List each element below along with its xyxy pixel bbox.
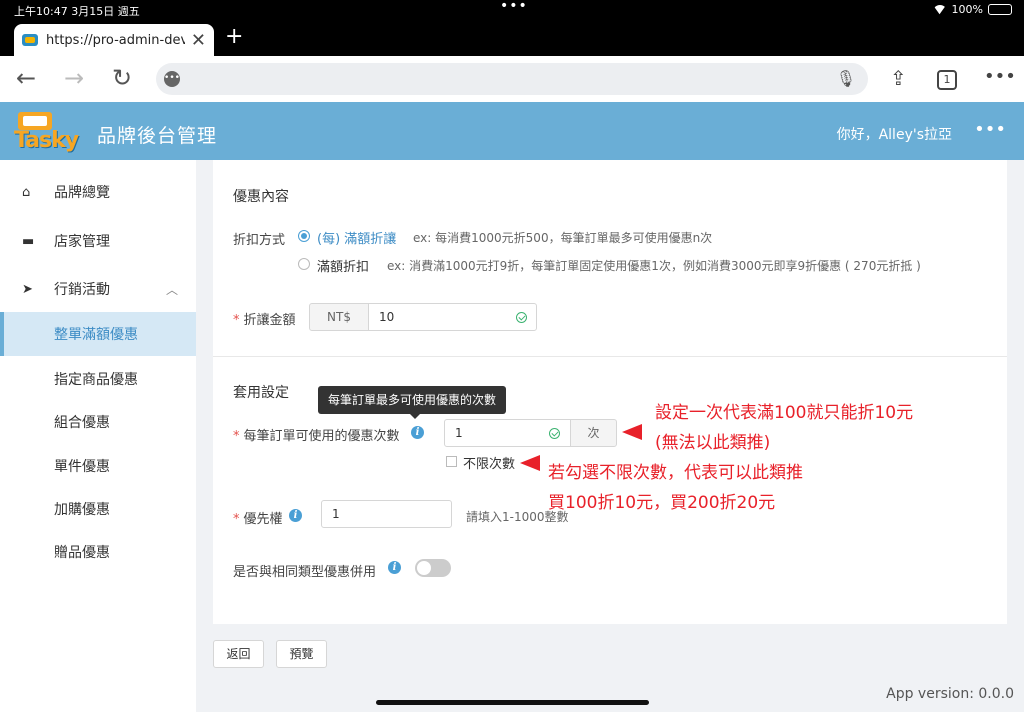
- battery-icon: [988, 4, 1012, 15]
- section-divider: [213, 356, 1007, 357]
- annotation-arrow-1: [622, 424, 642, 440]
- option-per-amount-off-label[interactable]: (每) 滿額折讓: [317, 228, 396, 247]
- usage-unit-suffix: 次: [570, 419, 617, 447]
- browser-tab[interactable]: https://pro-admin-dev.pc ✕: [14, 24, 214, 56]
- tasky-logo[interactable]: Tasky: [14, 112, 82, 153]
- option-percent-off-label[interactable]: 滿額折扣: [317, 256, 369, 275]
- favicon-icon: [22, 34, 38, 46]
- sidebar-item-single-discount[interactable]: 單件優惠: [0, 444, 196, 488]
- sidebar-item-store-management[interactable]: ▬ 店家管理: [0, 219, 196, 263]
- priority-input[interactable]: 1: [321, 500, 452, 528]
- priority-info-icon[interactable]: i: [289, 509, 302, 522]
- valid-check-icon: [516, 312, 527, 323]
- sidebar-item-order-discount[interactable]: 整單滿額優惠: [0, 312, 196, 356]
- sidebar: ⌂ 品牌總覽 ▬ 店家管理 ➤ 行銷活動 ︿ 整單滿額優惠 指定商品優惠 組合優…: [0, 160, 196, 712]
- amount-input[interactable]: 10: [368, 303, 537, 331]
- back-arrow-icon[interactable]: ←: [16, 64, 36, 92]
- combine-toggle[interactable]: [415, 559, 451, 577]
- sidebar-item-product-discount[interactable]: 指定商品優惠: [0, 357, 196, 401]
- unlimited-checkbox[interactable]: [446, 456, 457, 467]
- app-title: 品牌後台管理: [97, 125, 218, 147]
- sidebar-item-brand-overview[interactable]: ⌂ 品牌總覽: [0, 170, 196, 214]
- home-indicator[interactable]: [376, 700, 649, 705]
- preview-button[interactable]: 預覽: [276, 640, 327, 668]
- new-tab-icon[interactable]: +: [225, 24, 243, 49]
- tab-count-icon[interactable]: 1: [937, 70, 957, 90]
- annotation-line-4: 買100折10元，買200折20元: [548, 493, 776, 513]
- chevron-up-icon: ︿: [165, 282, 178, 297]
- send-icon: ➤: [22, 281, 33, 297]
- combine-label: 是否與相同類型優惠併用: [233, 565, 377, 580]
- wifi-icon: [933, 5, 947, 15]
- store-icon: ▬: [22, 233, 35, 249]
- tab-title: https://pro-admin-dev.pc: [46, 32, 185, 48]
- section-discount-title: 優惠內容: [233, 189, 289, 205]
- close-tab-icon[interactable]: ✕: [191, 30, 206, 51]
- home-icon: ⌂: [22, 184, 31, 200]
- address-bar[interactable]: ••• 🎙: [156, 63, 868, 95]
- battery-percent: 100%: [951, 3, 983, 16]
- share-icon[interactable]: ⇪: [890, 66, 907, 90]
- more-options-icon[interactable]: •••: [984, 66, 1016, 87]
- multitask-dots-icon[interactable]: •••: [500, 0, 528, 14]
- usage-tooltip: 每筆訂單最多可使用優惠的次數: [318, 386, 507, 419]
- user-greeting: 你好，Alley's拉亞: [836, 127, 952, 143]
- reload-icon[interactable]: ↻: [112, 64, 132, 92]
- user-menu-icon[interactable]: •••: [974, 119, 1006, 140]
- browser-toolbar: ← → ↻ ••• 🎙 ⇪ 1 •••: [0, 56, 1024, 102]
- back-button[interactable]: 返回: [213, 640, 264, 668]
- usage-label: * 每筆訂單可使用的優惠次數: [233, 429, 400, 444]
- status-time: 上午10:47 3月15日 週五: [14, 5, 140, 18]
- usage-info-icon[interactable]: i: [411, 426, 424, 439]
- amount-label: * 折讓金額: [233, 313, 296, 328]
- forward-arrow-icon[interactable]: →: [64, 64, 84, 92]
- form-card: 優惠內容 折扣方式 (每) 滿額折讓 ex: 每消費1000元折500，每筆訂單…: [213, 160, 1007, 624]
- radio-per-amount-off[interactable]: [298, 230, 310, 242]
- annotation-line-2: (無法以此類推): [655, 433, 771, 453]
- microphone-icon[interactable]: 🎙: [836, 69, 856, 88]
- status-bar: 上午10:47 3月15日 週五 ••• 100%: [0, 0, 1024, 20]
- app-header: Tasky 品牌後台管理 你好，Alley's拉亞 •••: [0, 102, 1024, 160]
- usage-valid-check-icon: [549, 428, 560, 439]
- annotation-line-3: 若勾選不限次數，代表可以此類推: [548, 463, 803, 483]
- sidebar-item-marketing[interactable]: ➤ 行銷活動 ︿: [0, 267, 196, 311]
- combine-info-icon[interactable]: i: [388, 561, 401, 574]
- sidebar-item-addon-discount[interactable]: 加購優惠: [0, 487, 196, 531]
- site-info-icon[interactable]: •••: [164, 71, 180, 87]
- sidebar-item-gift-discount[interactable]: 贈品優惠: [0, 530, 196, 574]
- annotation-line-1: 設定一次代表滿100就只能折10元: [655, 403, 914, 423]
- amount-currency-prefix: NT$: [309, 303, 369, 331]
- priority-label: * 優先權: [233, 512, 283, 527]
- option-percent-off-hint: ex: 消費滿1000元打9折，每筆訂單固定使用優惠1次，例如消費3000元即享…: [387, 259, 921, 273]
- unlimited-label[interactable]: 不限次數: [463, 453, 515, 472]
- browser-tab-strip: https://pro-admin-dev.pc ✕ +: [0, 20, 1024, 56]
- radio-percent-off[interactable]: [298, 258, 310, 270]
- annotation-arrow-2: [520, 455, 540, 471]
- option-per-amount-off-hint: ex: 每消費1000元折500，每筆訂單最多可使用優惠n次: [413, 231, 713, 245]
- section-apply-title: 套用設定: [233, 385, 289, 401]
- sidebar-item-combo-discount[interactable]: 組合優惠: [0, 400, 196, 444]
- method-label: 折扣方式: [233, 233, 286, 248]
- app-version: App version: 0.0.0: [886, 686, 1014, 702]
